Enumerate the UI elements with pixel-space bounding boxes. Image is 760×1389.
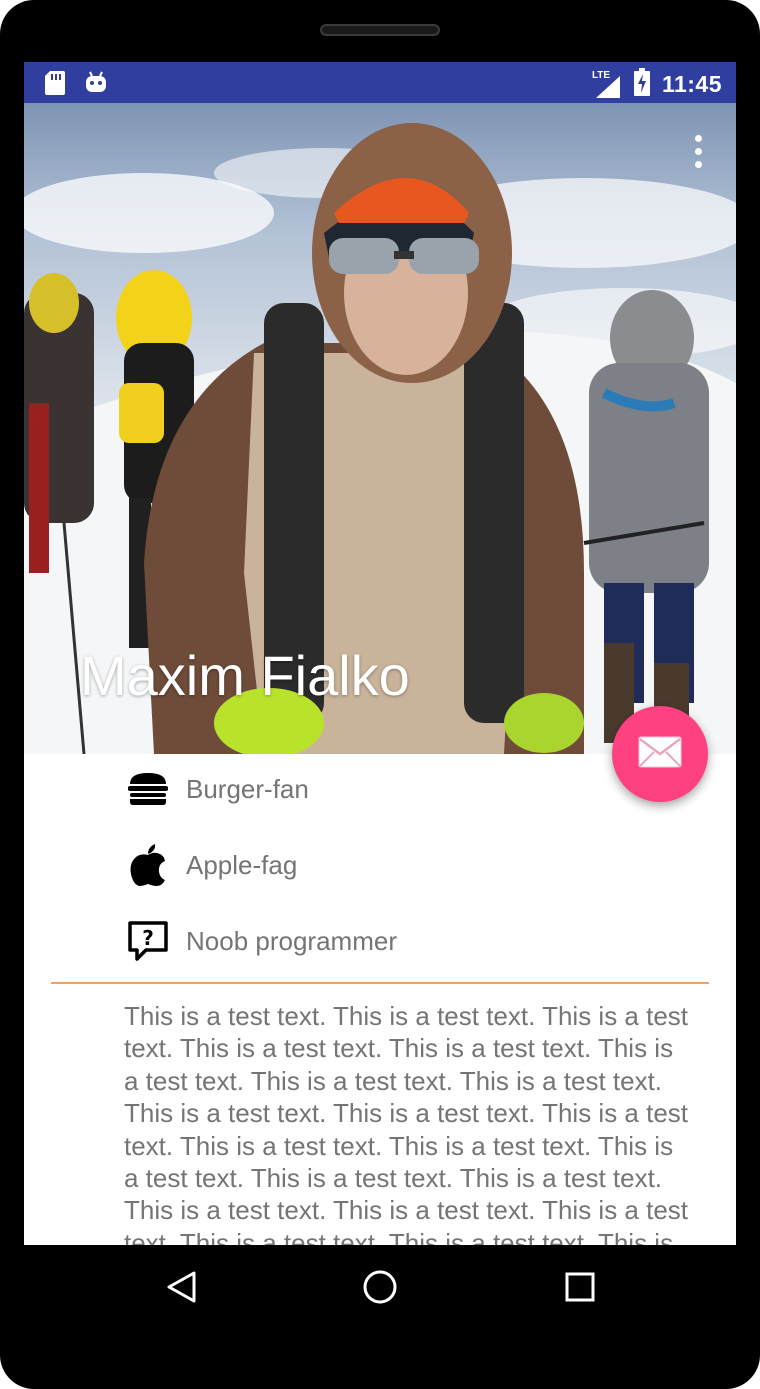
home-icon[interactable] [362, 1269, 398, 1305]
lte-signal-icon: LTE [591, 69, 622, 98]
nav-bar [24, 1245, 736, 1329]
info-item-apple: Apple-fag [124, 844, 298, 886]
mail-fab-button[interactable] [612, 706, 708, 802]
network-type: LTE [591, 69, 611, 81]
section-divider [51, 982, 709, 984]
battery-charging-icon [633, 68, 650, 101]
status-time: 11:45 [661, 71, 722, 97]
apple-icon [124, 844, 172, 886]
device-frame: LTE 11:45 Maxim Fialko Burger-fan Apple-… [0, 0, 760, 1389]
info-label-burger: Burger-fan [186, 773, 309, 804]
app-screen: LTE 11:45 Maxim Fialko Burger-fan Apple-… [24, 62, 736, 1245]
burger-icon [124, 769, 172, 809]
mail-icon [638, 736, 682, 773]
back-icon[interactable] [164, 1269, 200, 1305]
recents-icon[interactable] [562, 1269, 598, 1305]
svg-text:?: ? [142, 926, 154, 950]
info-label-programmer: Noob programmer [186, 925, 397, 956]
profile-name: Maxim Fialko [80, 644, 410, 707]
more-vert-icon[interactable] [692, 135, 706, 169]
status-bar: LTE 11:45 [24, 62, 736, 103]
info-item-programmer: ? Noob programmer [124, 921, 397, 961]
sd-card-icon [44, 70, 66, 101]
speaker-grille [320, 24, 440, 36]
profile-header-image: Maxim Fialko [24, 103, 736, 754]
info-item-burger: Burger-fan [124, 769, 309, 809]
question-chat-icon: ? [124, 921, 172, 961]
body-text: This is a test text. This is a test text… [124, 1001, 689, 1245]
android-debug-icon [84, 70, 108, 101]
info-label-apple: Apple-fag [186, 849, 298, 880]
